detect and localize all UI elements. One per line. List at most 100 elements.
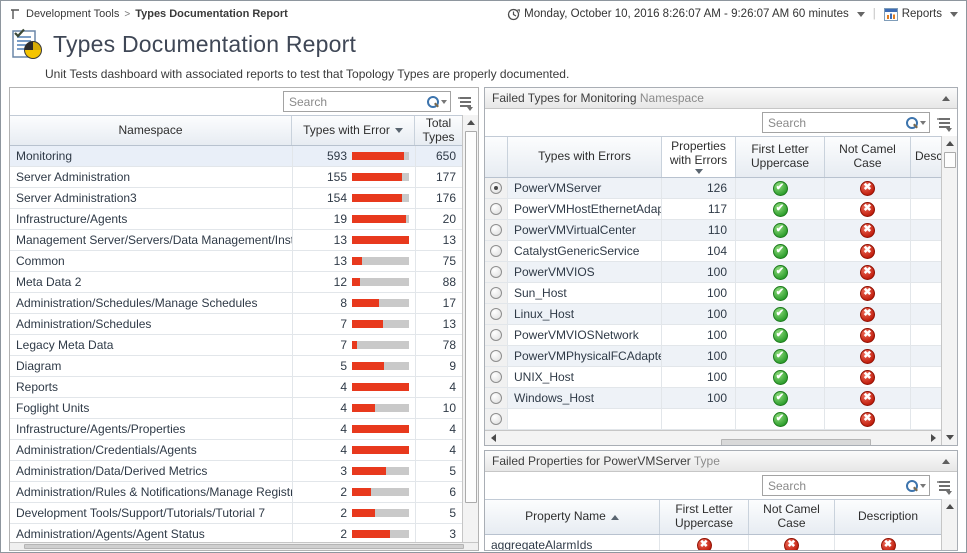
table-row[interactable]: Server Administration3154176 xyxy=(10,188,462,209)
table-row[interactable]: PowerVMVIOSNetwork100 xyxy=(485,325,941,346)
not-camel-case-cell xyxy=(825,325,911,345)
column-header-first-letter-uppercase[interactable]: First Letter Uppercase xyxy=(736,137,825,177)
table-row[interactable]: Administration/Schedules/Manage Schedule… xyxy=(10,293,462,314)
table-row[interactable]: Legacy Meta Data778 xyxy=(10,335,462,356)
table-row[interactable]: Administration/Agents/Agent Status23 xyxy=(10,524,462,542)
column-header-properties-with-errors[interactable]: Properties with Errors xyxy=(662,137,736,177)
table-row[interactable]: Infrastructure/Agents/Properties44 xyxy=(10,419,462,440)
column-header-description[interactable]: Description xyxy=(911,137,941,177)
failed-types-hscrollbar[interactable] xyxy=(485,430,941,445)
table-row[interactable]: Windows_Host100 xyxy=(485,388,941,409)
collapse-icon[interactable] xyxy=(942,96,950,101)
table-row[interactable]: Reports44 xyxy=(10,377,462,398)
failed-types-table-body: PowerVMServer126PowerVMHostEthernetAdapt… xyxy=(485,178,941,430)
row-radio[interactable] xyxy=(490,203,502,215)
fail-icon xyxy=(881,538,896,551)
scroll-up-icon[interactable] xyxy=(942,136,958,151)
search-input[interactable] xyxy=(289,95,426,109)
table-row[interactable]: Administration/Rules & Notifications/Man… xyxy=(10,482,462,503)
table-row[interactable]: Sun_Host100 xyxy=(485,283,941,304)
row-radio[interactable] xyxy=(490,329,502,341)
table-row[interactable]: Server Administration155177 xyxy=(10,167,462,188)
column-header-types-with-errors[interactable]: Types with Errors xyxy=(508,137,662,177)
table-row[interactable]: aggregateAlarmIds xyxy=(485,535,941,550)
search-options-icon[interactable] xyxy=(920,484,926,488)
table-row[interactable]: UNIX_Host100 xyxy=(485,367,941,388)
scroll-up-icon[interactable] xyxy=(463,115,479,130)
search-icon[interactable] xyxy=(905,117,917,129)
column-header-types-with-error[interactable]: Types with Error xyxy=(292,116,415,145)
scroll-down-icon[interactable] xyxy=(942,430,958,445)
table-row[interactable]: Development Tools/Support/Tutorials/Tuto… xyxy=(10,503,462,524)
search-input[interactable] xyxy=(768,116,905,130)
table-row[interactable]: Administration/Data/Derived Metrics35 xyxy=(10,461,462,482)
row-radio[interactable] xyxy=(490,224,502,236)
failed-properties-vscrollbar[interactable] xyxy=(941,499,957,550)
table-row[interactable] xyxy=(485,409,941,430)
total-cell: 4 xyxy=(415,419,462,439)
table-row[interactable]: Foglight Units410 xyxy=(10,398,462,419)
row-radio[interactable] xyxy=(490,350,502,362)
search-options-icon[interactable] xyxy=(920,121,926,125)
table-row[interactable]: Linux_Host100 xyxy=(485,304,941,325)
row-radio[interactable] xyxy=(490,245,502,257)
fail-icon xyxy=(860,223,875,238)
time-range-selector[interactable]: Monday, October 10, 2016 8:26:07 AM - 9:… xyxy=(507,8,865,21)
row-radio[interactable] xyxy=(490,392,502,404)
table-row[interactable]: Management Server/Servers/Data Managemen… xyxy=(10,230,462,251)
scroll-up-icon[interactable] xyxy=(942,499,958,514)
collapse-icon[interactable] xyxy=(942,459,950,464)
table-row[interactable]: Administration/Credentials/Agents44 xyxy=(10,440,462,461)
breadcrumb-parent[interactable]: Development Tools xyxy=(26,8,119,20)
scrollbar-thumb[interactable] xyxy=(465,131,477,503)
error-ratio-bar xyxy=(352,383,409,391)
error-ratio-bar-fill xyxy=(352,530,390,538)
table-row[interactable]: PowerVMServer126 xyxy=(485,178,941,199)
namespace-table-hscrollbar[interactable] xyxy=(10,542,478,550)
column-header-namespace[interactable]: Namespace xyxy=(10,116,292,145)
table-row[interactable]: PowerVMHostEthernetAdapterPhysicalPort11… xyxy=(485,199,941,220)
scroll-right-icon[interactable] xyxy=(925,431,941,446)
search-options-icon[interactable] xyxy=(441,100,447,104)
failed-types-vscrollbar[interactable] xyxy=(941,136,957,445)
search-icon[interactable] xyxy=(905,480,917,492)
namespace-table-vscrollbar[interactable] xyxy=(462,115,478,542)
column-header-not-camel-case[interactable]: Not Camel Case xyxy=(749,500,835,534)
row-radio[interactable] xyxy=(490,287,502,299)
table-row[interactable]: PowerVMVirtualCenter110 xyxy=(485,220,941,241)
table-customizer-icon[interactable] xyxy=(937,479,952,493)
table-row[interactable]: Diagram59 xyxy=(10,356,462,377)
table-row[interactable]: CatalystGenericService104 xyxy=(485,241,941,262)
scrollbar-thumb[interactable] xyxy=(24,544,464,549)
table-customizer-icon[interactable] xyxy=(937,116,952,130)
scrollbar-thumb[interactable] xyxy=(944,152,956,168)
row-radio[interactable] xyxy=(490,308,502,320)
row-radio[interactable] xyxy=(490,266,502,278)
scroll-left-icon[interactable] xyxy=(485,431,501,446)
select-cell xyxy=(485,178,508,198)
table-row[interactable]: Administration/Schedules713 xyxy=(10,314,462,335)
column-header-total-types[interactable]: Total Types xyxy=(415,116,462,145)
column-header-first-letter-uppercase[interactable]: First Letter Uppercase xyxy=(660,500,749,534)
column-header-description[interactable]: Description xyxy=(835,500,941,534)
namespace-cell: Foglight Units xyxy=(10,401,292,415)
search-icon[interactable] xyxy=(426,96,438,108)
reports-menu[interactable]: Reports xyxy=(884,8,958,21)
column-header-not-camel-case[interactable]: Not Camel Case xyxy=(825,137,911,177)
error-ratio-bar xyxy=(352,152,409,160)
table-row[interactable]: Common1375 xyxy=(10,251,462,272)
table-row[interactable]: Meta Data 21288 xyxy=(10,272,462,293)
table-customizer-icon[interactable] xyxy=(458,95,473,109)
column-header-property-name[interactable]: Property Name xyxy=(485,500,660,534)
search-input[interactable] xyxy=(768,479,905,493)
scrollbar-thumb[interactable] xyxy=(721,439,871,445)
table-row[interactable]: PowerVMVIOS100 xyxy=(485,262,941,283)
table-row[interactable]: Monitoring593650 xyxy=(10,146,462,167)
row-radio[interactable] xyxy=(490,182,502,194)
table-row[interactable]: Infrastructure/Agents1920 xyxy=(10,209,462,230)
column-header-select xyxy=(485,137,508,177)
row-radio[interactable] xyxy=(490,413,502,425)
errors-cell: 7 xyxy=(292,314,415,334)
table-row[interactable]: PowerVMPhysicalFCAdapter100 xyxy=(485,346,941,367)
row-radio[interactable] xyxy=(490,371,502,383)
